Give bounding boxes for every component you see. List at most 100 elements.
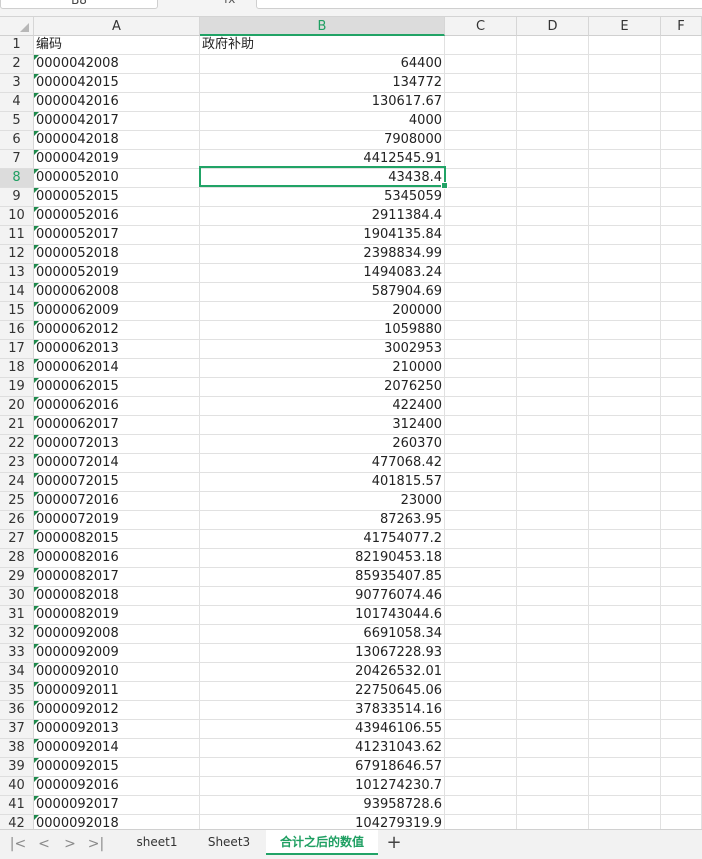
cell-b[interactable]: 4412545.91 [200, 150, 445, 169]
tab-merged-values[interactable]: 合计之后的数值 [266, 830, 378, 855]
cell-b[interactable]: 37833514.16 [200, 701, 445, 720]
row-header[interactable]: 41 [0, 796, 34, 815]
cell-d[interactable] [517, 283, 589, 302]
column-header-e[interactable]: E [589, 17, 661, 36]
cell-f[interactable] [661, 663, 702, 682]
cell-b[interactable]: 587904.69 [200, 283, 445, 302]
cell-e[interactable] [589, 264, 661, 283]
cell-a[interactable]: 0000062016 [34, 397, 200, 416]
cell-f[interactable] [661, 188, 702, 207]
cell-d[interactable] [517, 606, 589, 625]
cell-a[interactable]: 0000072013 [34, 435, 200, 454]
cell-c[interactable] [445, 74, 517, 93]
cell-a[interactable]: 0000082017 [34, 568, 200, 587]
row-header[interactable]: 2 [0, 55, 34, 74]
select-all-corner[interactable] [0, 17, 34, 36]
cell-d[interactable] [517, 321, 589, 340]
column-header-d[interactable]: D [517, 17, 589, 36]
cell-e[interactable] [589, 454, 661, 473]
cell-e[interactable] [589, 169, 661, 188]
cell-c[interactable] [445, 758, 517, 777]
cell-b[interactable]: 401815.57 [200, 473, 445, 492]
cell-d[interactable] [517, 492, 589, 511]
cell-f[interactable] [661, 796, 702, 815]
cell-f[interactable] [661, 701, 702, 720]
cell-c[interactable] [445, 359, 517, 378]
row-header[interactable]: 35 [0, 682, 34, 701]
cell-a[interactable]: 0000052016 [34, 207, 200, 226]
cell-c[interactable] [445, 644, 517, 663]
column-header-a[interactable]: A [34, 17, 200, 36]
cell-d[interactable] [517, 568, 589, 587]
cell-c[interactable] [445, 378, 517, 397]
cell-f[interactable] [661, 112, 702, 131]
cell-f[interactable] [661, 530, 702, 549]
cell-a[interactable]: 0000062015 [34, 378, 200, 397]
cell-c[interactable] [445, 150, 517, 169]
cell-c[interactable] [445, 701, 517, 720]
cell-a[interactable]: 0000052019 [34, 264, 200, 283]
row-header[interactable]: 15 [0, 302, 34, 321]
cell-a[interactable]: 0000072016 [34, 492, 200, 511]
cell-a[interactable]: 0000092017 [34, 796, 200, 815]
last-sheet-icon[interactable]: >| [86, 834, 106, 854]
row-header[interactable]: 33 [0, 644, 34, 663]
cell-b[interactable]: 22750645.06 [200, 682, 445, 701]
cell-b[interactable]: 90776074.46 [200, 587, 445, 606]
cell-d[interactable] [517, 739, 589, 758]
cell-a[interactable]: 0000092012 [34, 701, 200, 720]
cell-f[interactable] [661, 587, 702, 606]
cell-b[interactable]: 134772 [200, 74, 445, 93]
cell-c[interactable] [445, 530, 517, 549]
row-header[interactable]: 23 [0, 454, 34, 473]
cell-e[interactable] [589, 283, 661, 302]
cell-f[interactable] [661, 55, 702, 74]
row-header[interactable]: 6 [0, 131, 34, 150]
cell-f[interactable] [661, 758, 702, 777]
cell-d[interactable] [517, 188, 589, 207]
cell-f[interactable] [661, 74, 702, 93]
cell-e[interactable] [589, 549, 661, 568]
cell-f[interactable] [661, 644, 702, 663]
cell-b[interactable]: 260370 [200, 435, 445, 454]
cell-c[interactable] [445, 283, 517, 302]
cell-a[interactable]: 0000072015 [34, 473, 200, 492]
cell-e[interactable] [589, 150, 661, 169]
cell-f[interactable] [661, 511, 702, 530]
cell-d[interactable] [517, 207, 589, 226]
cell-f[interactable] [661, 302, 702, 321]
cell-a[interactable]: 0000082018 [34, 587, 200, 606]
cell-d[interactable] [517, 112, 589, 131]
cell-d[interactable] [517, 36, 589, 55]
cell-a[interactable]: 0000092010 [34, 663, 200, 682]
cell-c[interactable] [445, 188, 517, 207]
row-header[interactable]: 14 [0, 283, 34, 302]
cell-d[interactable] [517, 416, 589, 435]
cell-d[interactable] [517, 473, 589, 492]
row-header[interactable]: 5 [0, 112, 34, 131]
row-header[interactable]: 7 [0, 150, 34, 169]
cell-c[interactable] [445, 416, 517, 435]
row-header[interactable]: 4 [0, 93, 34, 112]
cell-e[interactable] [589, 606, 661, 625]
cell-a[interactable]: 0000042019 [34, 150, 200, 169]
cell-b[interactable]: 67918646.57 [200, 758, 445, 777]
cell-b[interactable]: 13067228.93 [200, 644, 445, 663]
cell-a[interactable]: 0000092013 [34, 720, 200, 739]
cell-e[interactable] [589, 340, 661, 359]
cell-d[interactable] [517, 169, 589, 188]
cell-d[interactable] [517, 701, 589, 720]
cell-c[interactable] [445, 435, 517, 454]
row-header[interactable]: 9 [0, 188, 34, 207]
cell-a[interactable]: 0000082016 [34, 549, 200, 568]
cell-d[interactable] [517, 150, 589, 169]
cell-a[interactable]: 0000042016 [34, 93, 200, 112]
cell-b[interactable]: 101743044.6 [200, 606, 445, 625]
cell-c[interactable] [445, 606, 517, 625]
cell-a[interactable]: 0000052018 [34, 245, 200, 264]
cell-c[interactable] [445, 55, 517, 74]
cell-f[interactable] [661, 416, 702, 435]
cell-c[interactable] [445, 245, 517, 264]
cell-c[interactable] [445, 36, 517, 55]
cell-d[interactable] [517, 796, 589, 815]
